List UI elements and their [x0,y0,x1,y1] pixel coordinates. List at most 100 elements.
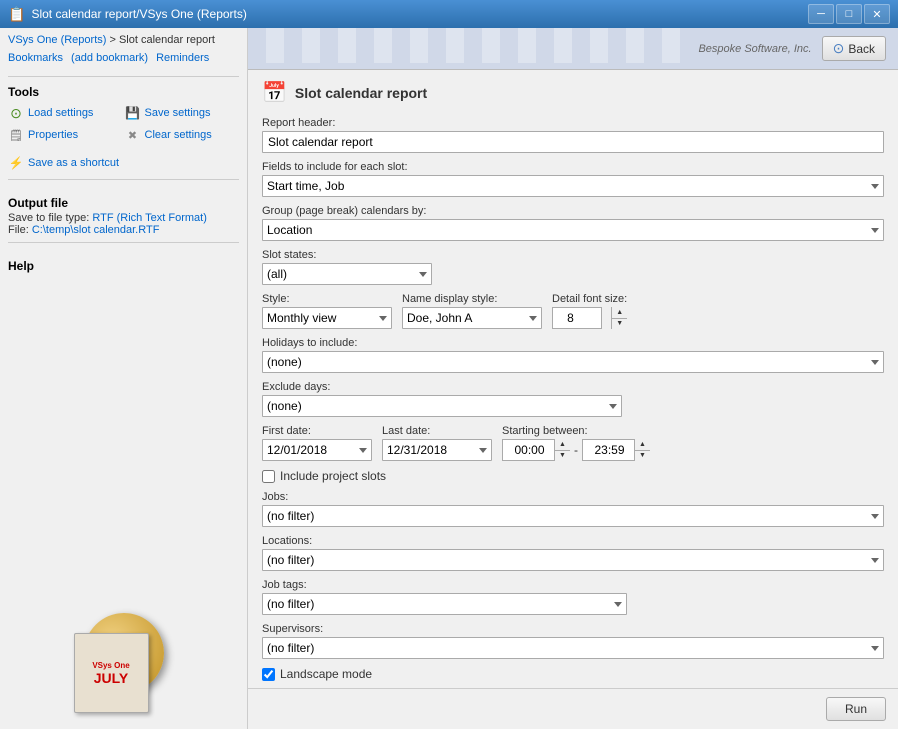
exclude-days-section: Exclude days: (none) [262,381,884,417]
time-to-up[interactable]: ▲ [635,439,650,451]
maximize-button[interactable]: □ [836,4,862,24]
report-content: 📅 Slot calendar report Report header: Fi… [248,70,898,688]
detail-font-col: Detail font size: ▲ ▼ [552,293,627,329]
report-header-label: Report header: [262,117,884,129]
bookmarks-link[interactable]: Bookmarks [8,52,63,64]
top-bar: Bespoke Software, Inc. ⊙ Back [686,28,898,69]
supervisors-select[interactable]: (no filter) [262,637,884,659]
last-date-label: Last date: [382,425,492,437]
last-date-col: Last date: 12/31/2018 [382,425,492,461]
breadcrumb-separator: > [109,34,118,46]
sidebar-bottom: VSys One JULY [8,593,239,723]
load-settings-item[interactable]: ⊙ Load settings [8,103,123,123]
style-select[interactable]: Monthly view [262,307,392,329]
include-project-label: Include project slots [280,469,386,483]
exclude-days-label: Exclude days: [262,381,884,393]
style-row: Style: Monthly view Name display style: … [262,293,884,329]
tools-grid: ⊙ Load settings 🗒 Properties 💾 Save sett… [8,103,239,145]
job-tags-label: Job tags: [262,579,884,591]
clear-settings-icon: ✖ [125,127,141,143]
time-from-up[interactable]: ▲ [555,439,570,451]
add-bookmark-link[interactable]: (add bookmark) [71,52,148,64]
report-title: Slot calendar report [295,85,427,101]
minimize-button[interactable]: ─ [808,4,834,24]
landscape-mode-label: Landscape mode [280,667,372,681]
sidebar: VSys One (Reports) > Slot calendar repor… [0,28,248,729]
content-area: Bespoke Software, Inc. ⊙ Back 📅 Slot cal… [248,28,898,729]
holidays-label: Holidays to include: [262,337,884,349]
properties-icon: 🗒 [8,127,24,143]
last-date-select[interactable]: 12/31/2018 [382,439,492,461]
bottom-bar: Run [248,688,898,729]
name-display-select[interactable]: Doe, John A [402,307,542,329]
close-button[interactable]: ✕ [864,4,890,24]
time-range: ▲ ▼ - ▲ ▼ [502,439,650,461]
back-icon: ⊙ [833,40,845,57]
book-decoration: VSys One JULY [74,633,149,713]
properties-label: Properties [28,129,78,141]
slot-states-select[interactable]: (all) [262,263,432,285]
starting-between-col: Starting between: ▲ ▼ - [502,425,650,461]
include-project-row: Include project slots [262,469,884,483]
time-to-down[interactable]: ▼ [635,451,650,462]
name-display-col: Name display style: Doe, John A [402,293,542,329]
locations-label: Locations: [262,535,884,547]
save-shortcut-item[interactable]: ⚡ Save as a shortcut [8,153,239,173]
output-file-path[interactable]: C:\temp\slot calendar.RTF [32,224,160,236]
detail-font-spinbox: ▲ ▼ [552,307,627,329]
report-header-section: Report header: [262,117,884,153]
first-date-select[interactable]: 12/01/2018 [262,439,372,461]
time-from-spinbox: ▲ ▼ [502,439,570,461]
job-tags-section: Job tags: (no filter) [262,579,884,615]
time-separator: - [574,443,578,457]
job-tags-select[interactable]: (no filter) [262,593,627,615]
detail-font-label: Detail font size: [552,293,627,305]
landscape-mode-checkbox[interactable] [262,668,275,681]
window-title: Slot calendar report/VSys One (Reports) [31,7,246,21]
date-row: First date: 12/01/2018 Last date: 12/31/… [262,425,884,461]
save-settings-icon: 💾 [125,105,141,121]
save-shortcut-label: Save as a shortcut [28,157,119,169]
run-button[interactable]: Run [826,697,886,721]
output-file-path-row: File: C:\temp\slot calendar.RTF [8,224,239,236]
detail-font-down[interactable]: ▼ [612,319,627,330]
first-date-col: First date: 12/01/2018 [262,425,372,461]
sidebar-decorative-image: VSys One JULY [54,603,194,713]
locations-select[interactable]: (no filter) [262,549,884,571]
app-icon: 📋 [8,6,25,23]
load-settings-icon: ⊙ [8,105,24,121]
save-settings-label: Save settings [145,107,211,119]
clear-settings-item[interactable]: ✖ Clear settings [125,125,240,145]
name-display-label: Name display style: [402,293,542,305]
group-section: Group (page break) calendars by: Locatio… [262,205,884,241]
breadcrumb: VSys One (Reports) > Slot calendar repor… [8,34,239,46]
holidays-section: Holidays to include: (none) [262,337,884,373]
detail-font-input[interactable] [552,307,602,329]
exclude-days-select[interactable]: (none) [262,395,622,417]
slot-states-label: Slot states: [262,249,884,261]
output-file-label: File: [8,224,29,236]
help-section: Help [8,255,239,277]
detail-font-up[interactable]: ▲ [612,307,627,319]
breadcrumb-link[interactable]: VSys One (Reports) [8,34,106,46]
supervisors-section: Supervisors: (no filter) [262,623,884,659]
starting-between-label: Starting between: [502,425,650,437]
holidays-select[interactable]: (none) [262,351,884,373]
back-button[interactable]: ⊙ Back [822,36,886,61]
save-settings-item[interactable]: 💾 Save settings [125,103,240,123]
time-from-down[interactable]: ▼ [555,451,570,462]
deco-pattern [248,28,686,63]
output-section: Output file Save to file type: RTF (Rich… [8,192,239,236]
properties-item[interactable]: 🗒 Properties [8,125,123,145]
reminders-link[interactable]: Reminders [156,52,209,64]
tools-title: Tools [8,85,239,99]
output-save-type: Save to file type: RTF (Rich Text Format… [8,212,239,224]
fields-select[interactable]: Start time, Job [262,175,884,197]
report-header-input[interactable] [262,131,884,153]
title-bar: 📋 Slot calendar report/VSys One (Reports… [0,0,898,28]
group-select[interactable]: Location [262,219,884,241]
output-type-link[interactable]: RTF (Rich Text Format) [92,212,207,224]
include-project-checkbox[interactable] [262,470,275,483]
breadcrumb-current: Slot calendar report [119,34,215,46]
jobs-select[interactable]: (no filter) [262,505,884,527]
